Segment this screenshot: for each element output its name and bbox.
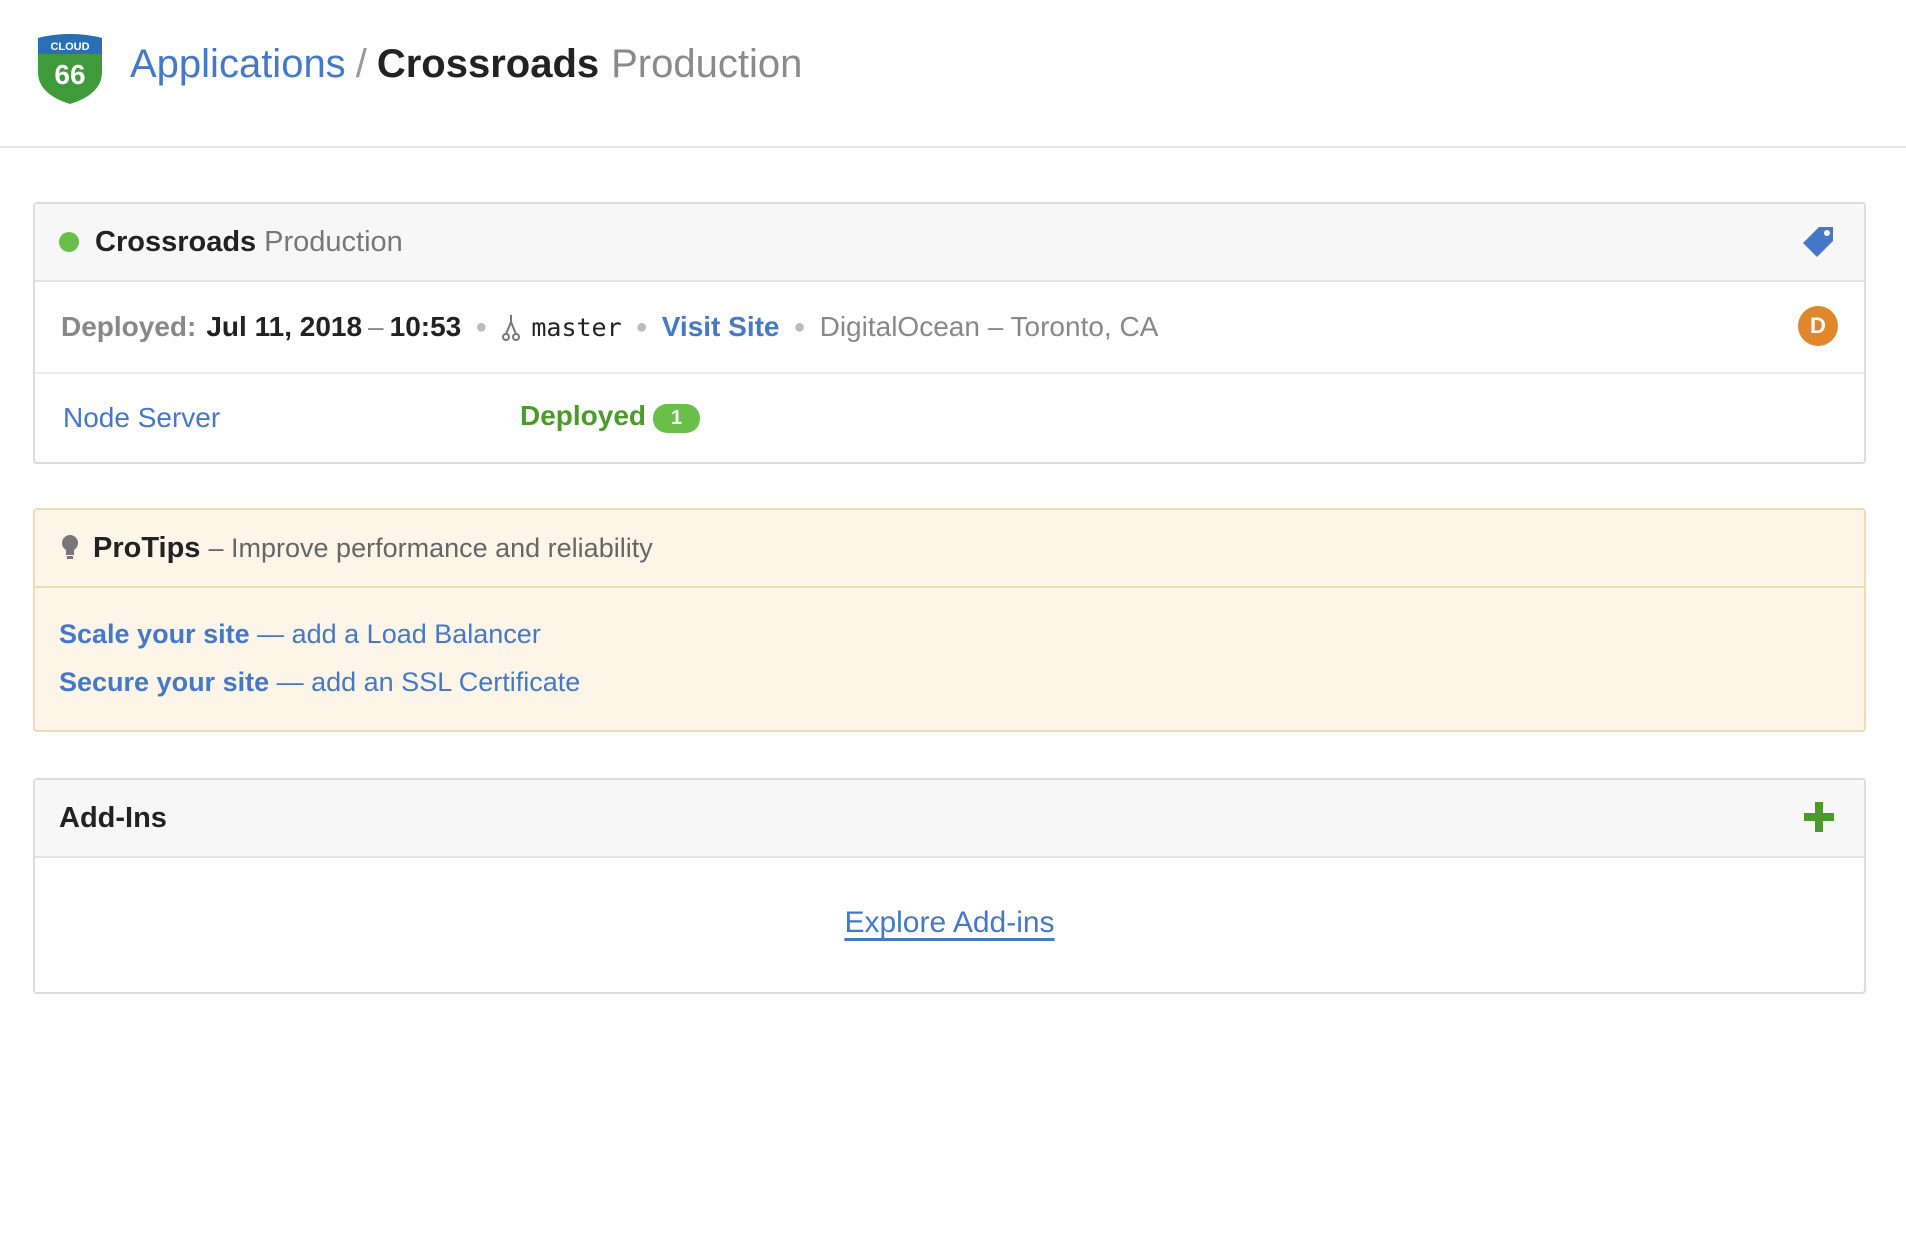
stack-panel-header: Crossroads Production <box>35 204 1864 282</box>
protips-title-strong: ProTips <box>93 531 201 564</box>
tag-icon[interactable] <box>1802 224 1836 258</box>
tip-ssl-link[interactable]: Secure your site — add an SSL Certificat… <box>59 658 1864 706</box>
tip-strong: Secure your site <box>59 667 270 697</box>
bullet-separator: ● <box>635 315 648 338</box>
explore-addins-link[interactable]: Explore Add-ins <box>844 906 1054 940</box>
logo-number-text: 66 <box>54 59 85 90</box>
server-group-link[interactable]: Node Server <box>63 402 220 434</box>
breadcrumb-environment: Production <box>611 42 803 86</box>
bullet-separator: ● <box>793 315 806 338</box>
git-branch-icon <box>502 315 521 341</box>
cloud66-logo[interactable]: CLOUD 66 <box>34 32 106 104</box>
protips-title: ProTips – Improve performance and reliab… <box>93 532 653 565</box>
protips-panel: ProTips – Improve performance and reliab… <box>33 508 1866 732</box>
protips-subtitle: – Improve performance and reliability <box>208 532 653 563</box>
visit-site-link[interactable]: Visit Site <box>662 311 780 343</box>
addins-body: Explore Add-ins <box>35 858 1864 992</box>
addins-title: Add-Ins <box>59 801 167 834</box>
tip-rest: — add a Load Balancer <box>249 619 541 649</box>
branch-name: master <box>531 312 622 342</box>
stack-panel: Crossroads Production Deployed: Jul 11, 2… <box>33 202 1866 464</box>
breadcrumb-separator: / <box>355 42 367 86</box>
user-avatar[interactable]: D <box>1798 306 1838 346</box>
breadcrumb: Applications / Crossroads Production <box>130 38 802 90</box>
stack-environment: Production <box>264 225 403 258</box>
deployed-separator: – <box>368 311 384 342</box>
breadcrumb-applications-link[interactable]: Applications <box>130 42 346 86</box>
bullet-separator: ● <box>475 315 488 338</box>
stack-name: Crossroads <box>95 225 257 258</box>
deployed-date: Jul 11, 2018 <box>206 311 363 342</box>
logo-cloud-text: CLOUD <box>50 41 89 53</box>
breadcrumb-stack-name: Crossroads <box>376 42 600 86</box>
add-plus-icon[interactable] <box>1802 800 1836 834</box>
addins-panel: Add-Ins Explore Add-ins <box>33 778 1866 994</box>
tip-strong: Scale your site <box>59 619 250 649</box>
top-bar: CLOUD 66 Applications / Crossroads Producti… <box>0 0 1906 148</box>
lightbulb-icon <box>62 535 78 559</box>
deployed-time: 10:53 <box>389 311 462 342</box>
protips-body: Scale your site — add a Load Balancer Se… <box>35 588 1864 730</box>
server-row: Node Server Deployed 1 <box>35 374 1864 462</box>
stack-title: Crossroads Production <box>95 226 403 259</box>
cloud-provider: DigitalOcean – Toronto, CA <box>819 311 1159 342</box>
tip-rest: — add an SSL Certificate <box>269 667 581 697</box>
server-status: Deployed <box>520 400 647 431</box>
deployed-label: Deployed: <box>61 311 197 342</box>
deploy-info-row: Deployed: Jul 11, 2018 – 10:53 ● master … <box>35 282 1864 374</box>
protips-header: ProTips – Improve performance and reliab… <box>35 510 1864 588</box>
tip-load-balancer-link[interactable]: Scale your site — add a Load Balancer <box>59 610 1864 658</box>
server-count-badge: 1 <box>653 404 701 433</box>
addins-header: Add-Ins <box>35 780 1864 858</box>
status-dot <box>59 232 79 252</box>
